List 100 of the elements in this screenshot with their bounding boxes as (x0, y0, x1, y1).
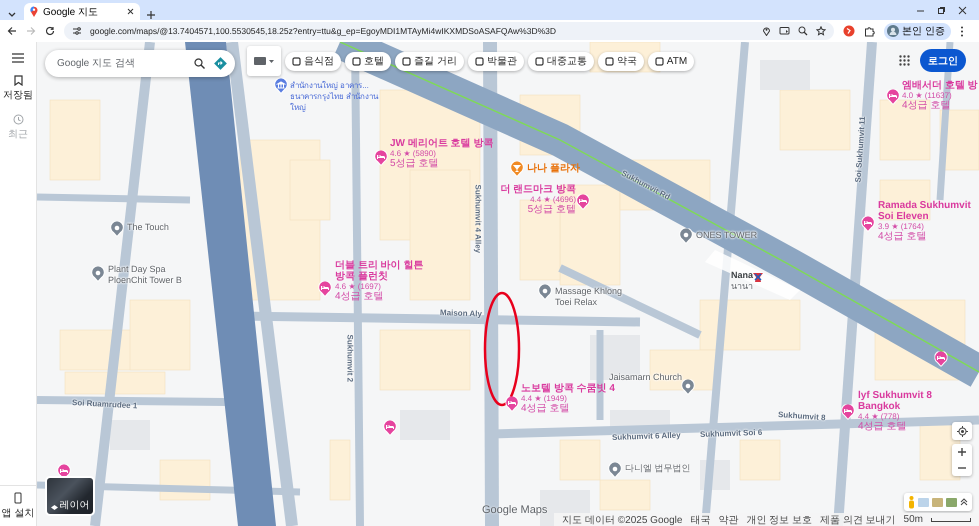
location-pin-icon[interactable] (762, 26, 771, 36)
hotel-rating: 4.6 ★ (1697) (335, 282, 382, 291)
bed-marker-icon[interactable] (506, 396, 518, 412)
star-icon[interactable] (816, 26, 826, 36)
apps-grid-icon[interactable] (899, 55, 910, 66)
layers-button[interactable]: 레이어 (45, 476, 95, 516)
my-location-button[interactable] (952, 422, 972, 440)
puzzle-icon[interactable] (864, 26, 875, 36)
hotel-class: 4성급 호텔 (335, 291, 384, 302)
category-chip[interactable]: 호텔 (345, 52, 391, 70)
close-icon[interactable] (958, 6, 967, 14)
phone-icon (14, 492, 22, 504)
reload-icon[interactable] (45, 26, 55, 36)
footer-link[interactable]: 태국 (690, 512, 710, 526)
cast-icon[interactable] (779, 26, 790, 36)
map-thumbnail[interactable] (932, 498, 943, 506)
hotel-class: 4성급 호텔 (878, 231, 928, 242)
sidebar-item[interactable]: 저장됨 (3, 75, 33, 102)
extension-icon[interactable] (843, 25, 855, 37)
attribution-text: 지도 데이터 ©2025 Google (562, 514, 682, 526)
hotel-name[interactable]: 더블 트리 바이 힐튼 방콕 플런칫 (335, 260, 431, 282)
road-label: Maison Aly (440, 308, 482, 318)
glass-marker-icon[interactable] (510, 162, 524, 176)
pin-marker-icon[interactable] (680, 228, 692, 244)
place-subtitle: ธนาคารกรุงไทย สำนักงานใหญ่ (290, 91, 380, 113)
bookmark-icon (14, 75, 22, 86)
hotel-class: 4성급 호텔 (902, 100, 952, 111)
map-thumbnail[interactable] (946, 498, 957, 506)
browser-tab[interactable]: Google 지도 (24, 3, 140, 20)
footer-link[interactable]: 개인 정보 보호 (746, 512, 812, 526)
map-thumbnail[interactable] (918, 498, 929, 506)
train-marker-icon[interactable] (752, 271, 764, 283)
bed-marker-icon[interactable] (318, 282, 332, 296)
menu-icon[interactable] (12, 53, 24, 63)
hotel-name[interactable]: lyf Sukhumvit 8 Bangkok (858, 390, 943, 412)
hotel-name[interactable]: Ramada Sukhumvit Soi Eleven (878, 200, 976, 222)
history-icon (12, 114, 24, 125)
bed-marker-icon[interactable] (384, 420, 396, 436)
hotel-rating: 4.0 ★ (11637) (902, 91, 953, 100)
search-field[interactable]: Google 지도 검색 (45, 50, 235, 77)
address-bar[interactable]: google.com/maps/@13.7404571,100.5530545,18.25z?entry=ttu&g_ep=EgoyMDI1MTAyMi4wIKXMDSoASAFQAw%3D%3D (64, 22, 834, 40)
directions-icon[interactable] (214, 57, 227, 70)
bed-marker-icon[interactable] (576, 194, 590, 210)
expand-icon[interactable] (960, 498, 968, 506)
more-icon[interactable] (960, 26, 964, 36)
hotel-rating: 4.4 ★ (1949) (521, 394, 568, 403)
place-name[interactable]: Plant Day Spa PloenChit Tower B (108, 264, 193, 286)
category-chip[interactable]: 즐길 거리 (395, 52, 464, 70)
new-tab-icon[interactable] (146, 10, 156, 20)
search-icon[interactable] (194, 58, 205, 69)
hotel-class: 5성급 호텔 (526, 204, 576, 215)
road-label: Soi Sukhumvit 11 (854, 116, 868, 183)
pin-marker-icon[interactable] (110, 222, 124, 236)
footer-link[interactable]: 약관 (718, 512, 738, 526)
road-label: Sukhumvit Soi 6 (700, 428, 762, 439)
bed-marker-icon[interactable] (862, 216, 874, 232)
hotel-name[interactable]: JW 메리어트 호텔 방콕 (390, 138, 505, 149)
input-tools-button[interactable] (247, 46, 281, 76)
close-icon[interactable] (127, 8, 134, 15)
caret-icon (269, 60, 274, 62)
category-chip[interactable]: 박물관 (468, 52, 524, 70)
place-name[interactable]: Massage Khlong Toei Relax (555, 286, 630, 308)
hotel-name[interactable]: 노보텔 방콕 수쿰빗 4 (521, 383, 631, 394)
pin-marker-icon[interactable] (92, 266, 104, 282)
category-chip[interactable]: ATM (648, 52, 694, 70)
back-icon[interactable] (7, 26, 17, 36)
station-name[interactable]: Nana (705, 270, 753, 281)
profile-button[interactable]: 본인 인증 (884, 22, 951, 40)
place-name[interactable]: สำนักงานใหญ่ อาคาร... (290, 80, 385, 91)
site-settings-icon[interactable] (72, 26, 82, 36)
hotel-class: 5성급 호텔 (390, 158, 440, 169)
category-chip[interactable]: 음식점 (285, 52, 341, 70)
pin-marker-icon[interactable] (608, 462, 622, 478)
road-label: Soi Ruamrudee 1 (72, 398, 138, 410)
map-pin-icon (30, 6, 38, 17)
footer-link[interactable]: 제품 의견 보내기 (820, 512, 896, 526)
login-button[interactable]: 로그인 (920, 49, 966, 72)
place-name[interactable]: 다니엘 법무법인 (625, 463, 715, 474)
bed-marker-icon[interactable] (934, 352, 948, 366)
zoom-icon[interactable] (798, 26, 808, 36)
hotel-name[interactable]: 엠배서더 호텔 방 (902, 80, 979, 91)
bed-marker-icon[interactable] (842, 404, 854, 420)
bank-marker-icon[interactable] (274, 78, 288, 94)
pin-marker-icon[interactable] (538, 284, 552, 300)
install-app-button[interactable]: 앱 설치 (0, 485, 36, 526)
bed-marker-icon[interactable] (886, 90, 900, 104)
hotel-class: 4성급 호텔 (858, 421, 908, 432)
keyboard-icon (254, 57, 266, 65)
place-name[interactable]: Jaisamarn Church (590, 372, 682, 383)
hotel-rating: 4.4 ★ (778) (858, 412, 900, 421)
restore-icon[interactable] (937, 6, 946, 14)
category-chip[interactable]: 대중교통 (528, 52, 594, 70)
pin-marker-icon[interactable] (682, 380, 694, 394)
hotel-name[interactable]: 더 랜드마크 방콕 (480, 184, 576, 195)
road-label: Sukhumvit 8 (778, 410, 826, 422)
bed-marker-icon[interactable] (374, 150, 388, 166)
layers-icon (50, 505, 58, 512)
scale-label: 50m (904, 514, 923, 525)
place-name[interactable]: The Touch (127, 222, 187, 233)
station-subtitle: นานา (730, 281, 753, 292)
